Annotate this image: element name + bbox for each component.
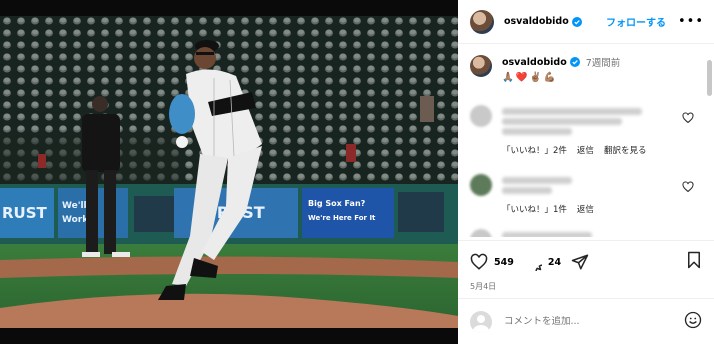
comment-likes-count[interactable]: 「いいね！」1件 [502, 203, 567, 215]
follow-button[interactable]: フォローする [606, 14, 666, 29]
comment-translate-button[interactable]: 翻訳を見る [604, 144, 647, 156]
comment-input[interactable] [504, 316, 674, 327]
comment-item: 「いいね！」2件 返信 翻訳を見る [470, 105, 702, 156]
verified-badge-icon [571, 16, 582, 27]
comment-like-heart-icon[interactable] [682, 109, 694, 128]
comment-reply-button[interactable]: 返信 [577, 203, 594, 215]
comment-avatar[interactable] [470, 229, 492, 237]
emoji-picker-icon[interactable] [684, 311, 702, 333]
verified-badge-icon [569, 57, 580, 67]
comment-blurred-header [502, 177, 572, 184]
post-header: osvaldobido フォローする ••• [458, 0, 714, 44]
comments-scrollbar[interactable] [707, 60, 712, 96]
banner-left-text: RUST [2, 204, 48, 222]
comment-avatar[interactable] [470, 105, 492, 127]
like-button[interactable]: 549 [470, 253, 514, 271]
heart-icon [470, 253, 488, 270]
comment-likes-count[interactable]: 「いいね！」2件 [502, 144, 567, 156]
more-options-icon[interactable]: ••• [678, 14, 704, 29]
comment-blurred-text [502, 187, 552, 194]
photo-letterbox-bottom [0, 328, 458, 344]
likes-count: 549 [494, 256, 514, 268]
post-date: 5月4日 [470, 282, 497, 291]
send-icon [571, 254, 589, 270]
comments-count: 24 [547, 256, 562, 268]
current-user-avatar [470, 310, 492, 333]
comment-blurred-text [502, 118, 622, 125]
bookmark-icon [688, 251, 700, 269]
post-side-panel: osvaldobido フォローする ••• osvaldobido 7週間前 … [458, 0, 714, 344]
caption-emoji-text: 🙏🏽❤️✌🏽💪🏽 [502, 72, 558, 83]
comment-button[interactable]: 24 [524, 253, 561, 271]
save-button[interactable] [686, 251, 702, 273]
author-avatar[interactable] [470, 9, 494, 34]
add-comment-bar [458, 298, 714, 344]
banner-blue-top: Big Sox Fan? [308, 199, 366, 208]
comments-feed[interactable]: osvaldobido 7週間前 🙏🏽❤️✌🏽💪🏽 「いいね！」2件 返信 翻訳… [458, 45, 714, 237]
caption-username[interactable]: osvaldobido [502, 57, 567, 68]
post-photo[interactable]: RUST We'll Work TRUST Big Sox Fan? We're… [0, 0, 458, 344]
author-username[interactable]: osvaldobido [504, 16, 569, 27]
caption-author-avatar[interactable] [470, 55, 492, 77]
post-caption: osvaldobido 7週間前 🙏🏽❤️✌🏽💪🏽 [470, 55, 702, 83]
pitcher-photo: RUST We'll Work TRUST Big Sox Fan? We're… [0, 16, 458, 328]
post-actions: 549 24 5月4日 [458, 240, 714, 298]
comment-item [470, 229, 702, 237]
comment-blurred-header [502, 232, 592, 237]
banner-blue-bottom: We're Here For It [308, 214, 376, 222]
comment-like-heart-icon[interactable] [682, 178, 694, 197]
comment-bubble-icon [535, 264, 542, 271]
comment-item: 「いいね！」1件 返信 [470, 174, 702, 215]
photo-letterbox-top [0, 0, 458, 16]
comment-reply-button[interactable]: 返信 [577, 144, 594, 156]
comment-blurred-header [502, 108, 642, 115]
banner-mid-top: We'll [62, 201, 87, 211]
comment-avatar[interactable] [470, 174, 492, 196]
banner-mid-bottom: Work [62, 215, 89, 225]
share-button[interactable] [571, 253, 589, 271]
post-time-ago: 7週間前 [585, 58, 621, 69]
comment-blurred-text [502, 128, 572, 135]
